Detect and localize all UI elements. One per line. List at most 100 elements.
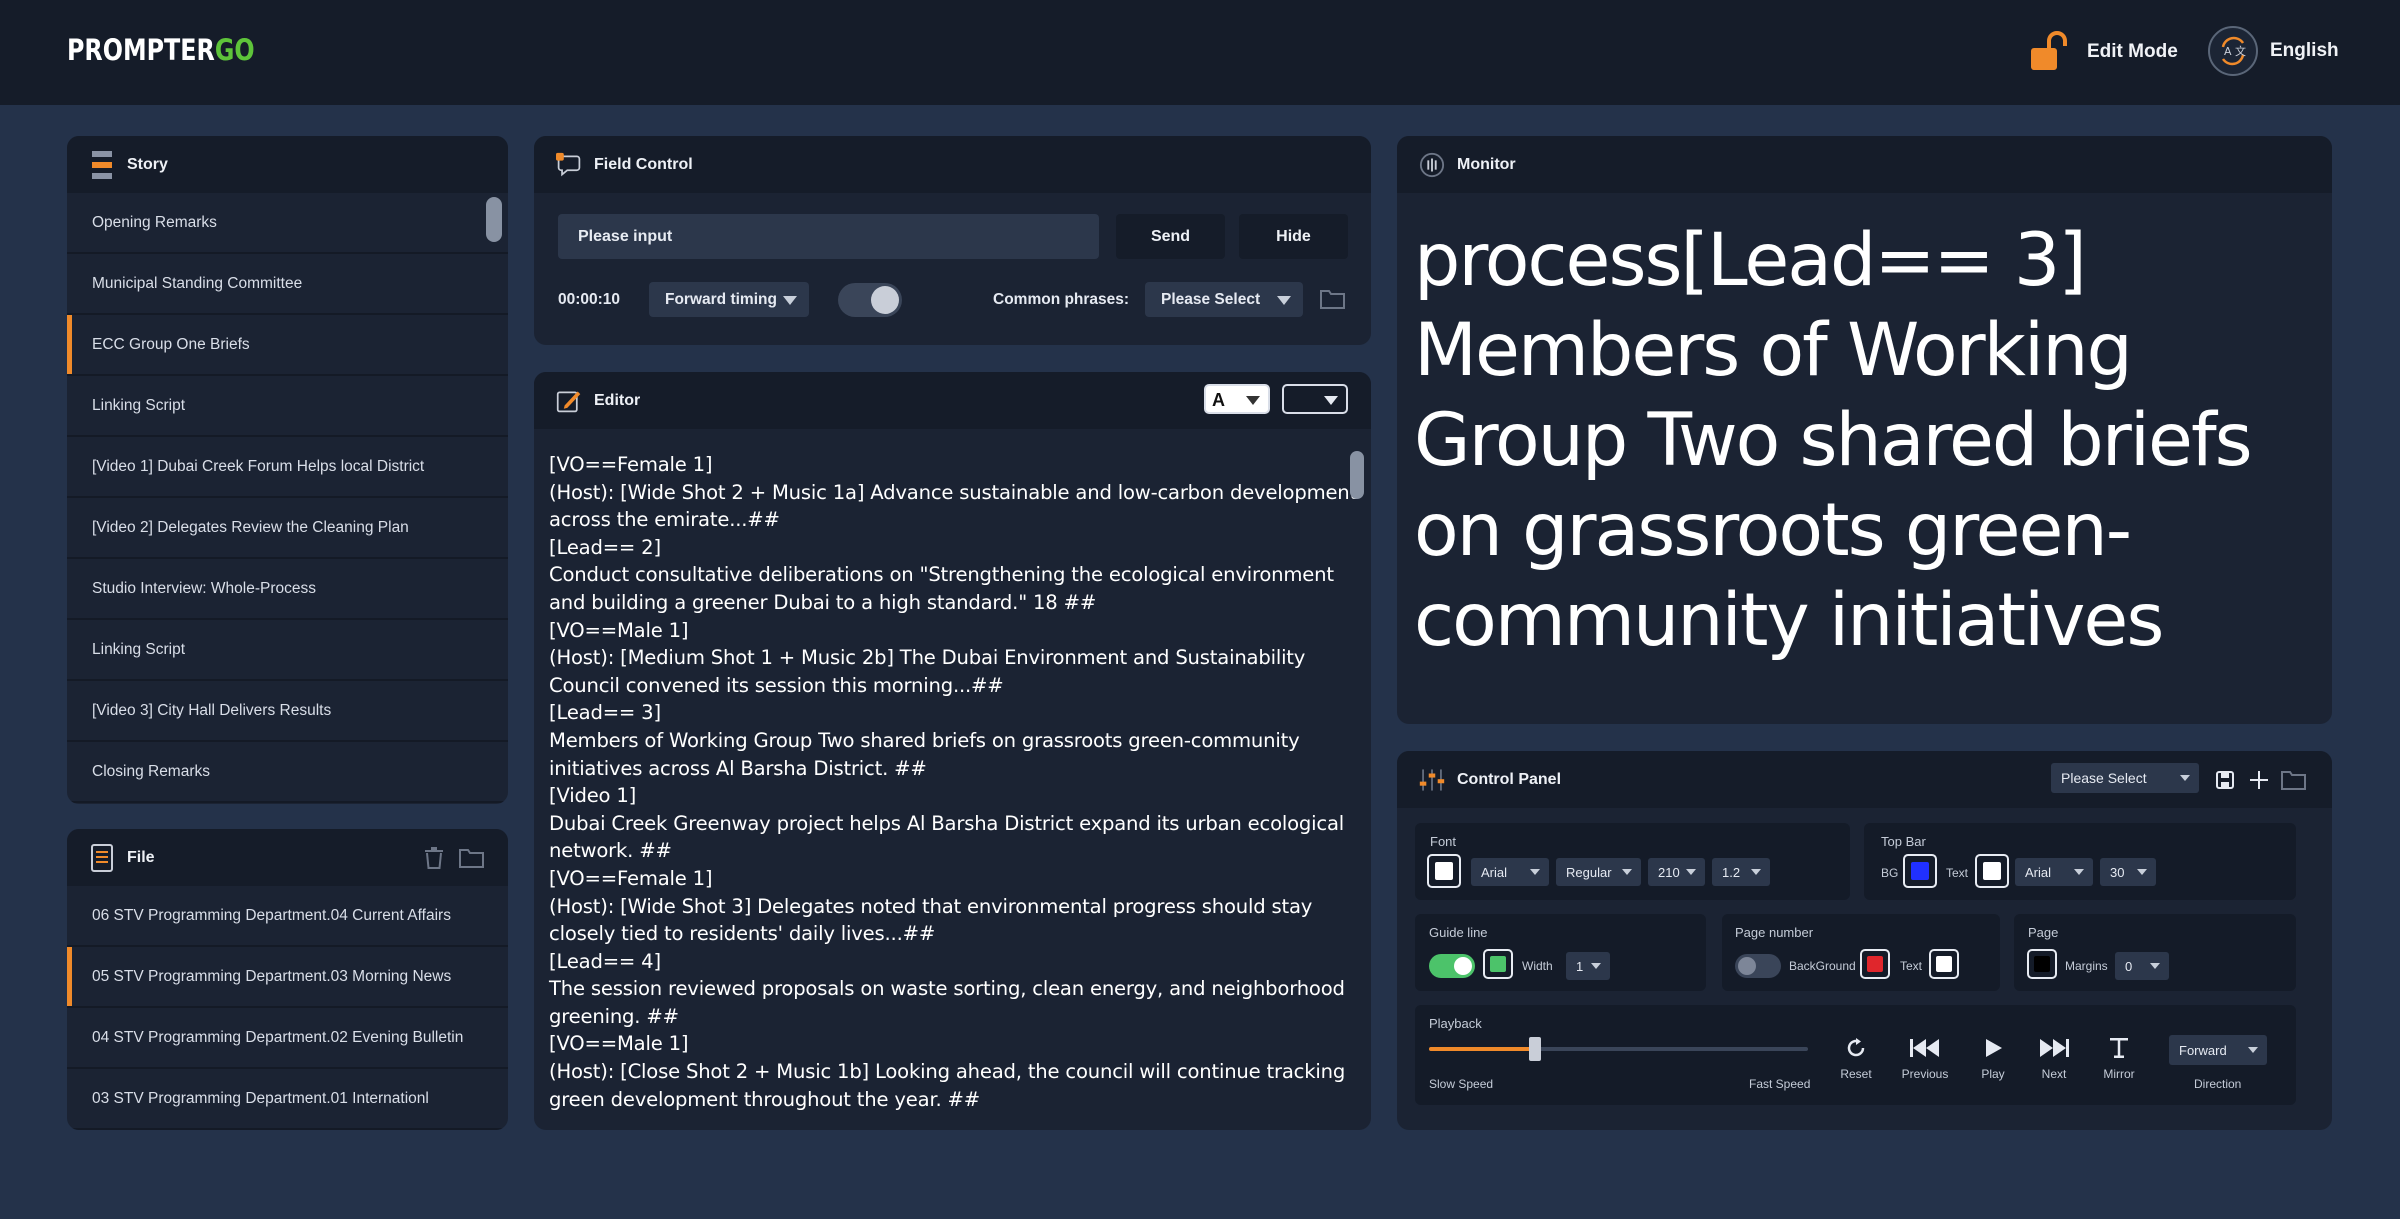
top-bar-size-select[interactable]: 30 [2100,858,2156,886]
file-list: 06 STV Programming Department.04 Current… [67,886,508,1130]
guide-line-width-select[interactable]: 1 [1566,952,1610,980]
font-style-select[interactable]: Regular [1556,858,1641,886]
line-height-select[interactable]: 1.2 [1712,858,1770,886]
file-list-item[interactable]: 05 STV Programming Department.03 Morning… [67,947,508,1008]
story-list-item[interactable]: Closing Remarks [67,742,508,803]
page-number-toggle[interactable] [1735,954,1781,978]
preset-select[interactable]: Please Select [2051,763,2199,793]
font-family-select[interactable]: Arial [1471,858,1549,886]
timer-toggle[interactable] [838,283,902,317]
page-number-bg-swatch[interactable] [1860,949,1890,979]
common-phrases-select[interactable]: Please Select [1145,282,1303,317]
save-icon[interactable] [2212,767,2238,793]
page-color-swatch[interactable] [2027,949,2057,979]
reset-button[interactable]: Reset [1833,1035,1879,1081]
font-size-select[interactable]: 210 [1648,858,1705,886]
send-button[interactable]: Send [1116,214,1225,259]
mirror-button[interactable]: Mirror [2093,1035,2145,1081]
editor-line: [VO==Male 1] [549,1032,689,1056]
editor-line: and building a greener Dubai to a high s… [549,590,1097,614]
file-list-item[interactable]: 06 STV Programming Department.04 Current… [67,886,508,947]
story-list-item[interactable]: Municipal Standing Committee [67,254,508,315]
guide-line-color-swatch[interactable] [1483,949,1513,979]
top-bar-label: Top Bar [1881,834,1926,849]
add-icon[interactable] [2246,767,2272,793]
previous-button[interactable]: Previous [1895,1035,1955,1081]
top-bar-bg-swatch[interactable] [1903,854,1937,888]
file-list-item[interactable]: 03 STV Programming Department.01 Interna… [67,1069,508,1130]
top-bar-text-label: Text [1946,866,1969,880]
next-button[interactable]: Next [2027,1035,2081,1081]
guide-line-settings: Guide line Width 1 [1415,914,1706,991]
editor-line: [Video 1] [549,784,637,808]
field-control-title: Field Control [594,155,693,173]
file-panel: File 06 STV Programming Department.04 Cu… [67,829,508,1130]
language-switcher[interactable]: A文 English [2208,26,2339,76]
story-scrollbar[interactable] [486,197,502,242]
field-message-input[interactable]: Please input [558,214,1099,259]
direction-select[interactable]: Forward [2169,1035,2267,1065]
story-list-item[interactable]: Linking Script [67,620,508,681]
script-editor[interactable]: [VO==Female 1] (Host): [Wide Shot 2 + Mu… [549,451,1357,1113]
editor-scrollbar[interactable] [1350,451,1364,499]
folder-icon[interactable] [459,845,485,871]
monitor-preview: process[Lead== 3] Members of Working Group… [1414,216,2332,666]
folder-icon[interactable] [1320,286,1346,312]
chat-icon [556,152,582,178]
playback-settings: Playback Slow Speed Fast Speed Reset Pre… [1415,1005,2296,1105]
monitor-line: on grassroots green- [1414,488,2132,573]
slow-speed-label: Slow Speed [1429,1077,1494,1091]
story-list-item[interactable]: [Video 3] City Hall Delivers Results [67,681,508,742]
page-margins-select[interactable]: 0 [2115,952,2169,980]
font-color-select[interactable]: A [1204,384,1270,414]
play-button[interactable]: Play [1970,1035,2016,1081]
editor-line: [Lead== 4] [549,949,661,973]
font-color-swatch[interactable] [1427,854,1461,888]
page-label: Page [2028,925,2059,940]
field-control-header: Field Control [534,136,1371,193]
trash-icon[interactable] [421,845,447,871]
direction-label: Direction [2194,1077,2242,1091]
hide-button[interactable]: Hide [1239,214,1348,259]
timing-mode-select[interactable]: Forward timing [649,282,809,317]
editor-line: [Lead== 3] [549,701,661,725]
guide-line-toggle[interactable] [1429,954,1475,978]
folder-icon[interactable] [2281,767,2307,793]
control-panel-header: Control Panel Please Select [1397,751,2332,808]
guide-line-label: Guide line [1429,925,1488,940]
top-bar-settings: Top Bar BG Text Arial 30 [1864,823,2296,900]
story-list-item[interactable]: Studio Interview: Whole-Process [67,559,508,620]
editor-line: initiatives across Al Barsha District. #… [549,756,927,780]
monitor-icon [1419,152,1445,178]
document-icon [89,843,115,872]
story-list-item[interactable]: Linking Script [67,376,508,437]
speed-slider-handle[interactable] [1529,1037,1542,1061]
top-bar: PROMPTERGO Edit Mode A文 English [0,0,2400,105]
editor-line: [VO==Male 1] [549,618,689,642]
text-mirror-icon [2106,1035,2132,1061]
story-list-item[interactable]: Opening Remarks [67,193,508,254]
editor-line: (Host): [Medium Shot 1 + Music 2b] The D… [549,646,1306,670]
editor-line: closely tied to residents' daily lives..… [549,922,936,946]
editor-line: Conduct consultative deliberations on "S… [549,563,1334,587]
top-bar-text-swatch[interactable] [1975,854,2009,888]
story-list: Opening Remarks Municipal Standing Commit… [67,193,508,803]
editor-line: [VO==Female 1] [549,453,713,476]
story-list-item[interactable]: ECC Group One Briefs [67,315,508,376]
top-bar-font-select[interactable]: Arial [2015,858,2093,886]
font-settings: Font Arial Regular 210 1.2 [1415,823,1850,900]
background-color-select[interactable] [1282,384,1348,414]
svg-text:文: 文 [2235,44,2246,58]
speed-slider[interactable] [1429,1037,1808,1061]
edit-mode-toggle[interactable]: Edit Mode [2015,30,2178,74]
field-control-panel: Field Control Please input Send Hide 00:… [534,136,1371,345]
editor-line: Dubai Creek Greenway project helps Al Ba… [549,811,1344,835]
story-list-item[interactable]: [Video 2] Delegates Review the Cleaning … [67,498,508,559]
editor-line: network. ## [549,839,672,863]
editor-line: Members of Working Group Two shared brie… [549,728,1300,752]
language-label: English [2270,40,2339,61]
control-panel: Control Panel Please Select Font Arial R… [1397,751,2332,1130]
file-list-item[interactable]: 04 STV Programming Department.02 Evening… [67,1008,508,1069]
page-number-text-swatch[interactable] [1929,949,1959,979]
story-list-item[interactable]: [Video 1] Dubai Creek Forum Helps local … [67,437,508,498]
